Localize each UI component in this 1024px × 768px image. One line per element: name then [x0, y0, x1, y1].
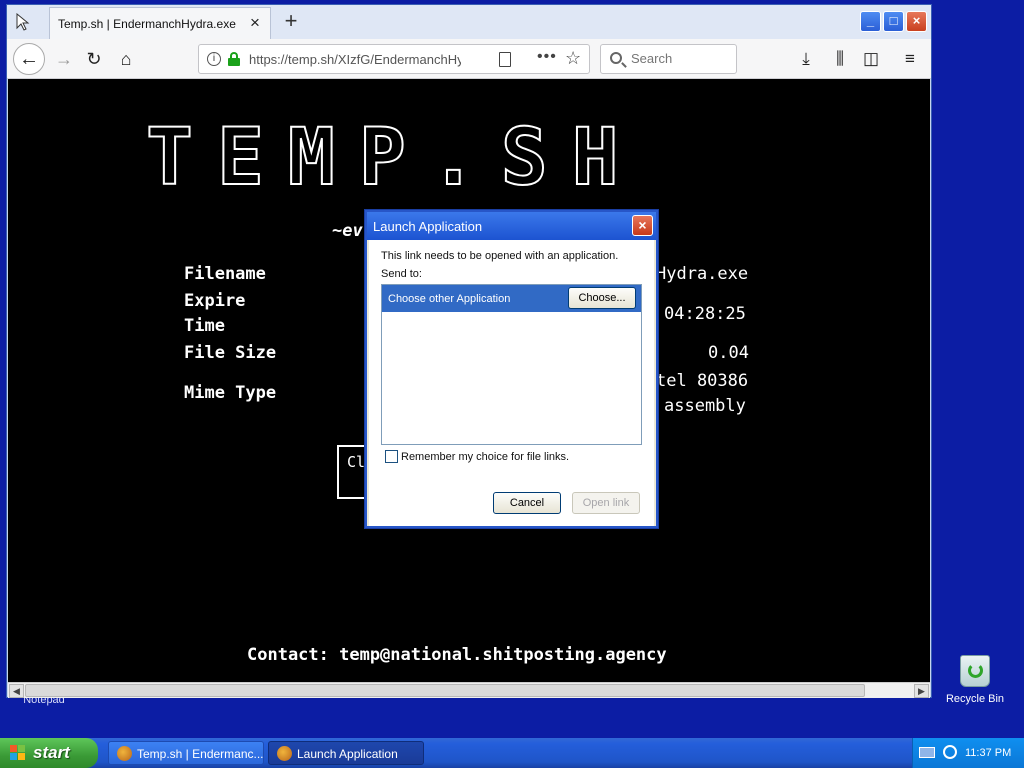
cursor-icon [16, 13, 30, 31]
value-file-size: 0.04 [708, 343, 749, 363]
value-mime-line2: assembly [664, 396, 746, 416]
taskbar-item-label: Temp.sh | Endermanc... [137, 747, 264, 761]
tab-temp-sh[interactable]: Temp.sh | EndermanchHydra.exe × [49, 7, 271, 39]
application-list[interactable]: Choose other Application Choose... [381, 284, 642, 445]
reader-view-icon[interactable] [499, 52, 511, 67]
remember-choice[interactable]: Remember my choice for file links. [385, 450, 569, 463]
send-to-label: Send to: [381, 268, 422, 280]
info-icon[interactable]: i [207, 52, 221, 66]
close-window-button[interactable]: × [906, 11, 927, 32]
tab-close-icon[interactable]: × [246, 14, 264, 32]
remember-label: Remember my choice for file links. [401, 450, 570, 463]
tab-title: Temp.sh | EndermanchHydra.exe [58, 17, 236, 31]
downloads-icon[interactable]: ⤓ [793, 46, 819, 72]
choose-button[interactable]: Choose... [568, 287, 636, 309]
value-expire-time: 04:28:25 [664, 304, 746, 324]
recycle-bin-icon [960, 655, 990, 687]
search-box[interactable] [600, 44, 737, 74]
clock[interactable]: 11:37 PM [965, 747, 1011, 759]
recycle-bin[interactable]: Recycle Bin [940, 655, 1010, 705]
keyboard-icon[interactable] [919, 747, 935, 758]
window-controls: _ □ × [860, 11, 927, 32]
bookmark-star-icon[interactable]: ☆ [565, 48, 581, 69]
new-tab-button[interactable]: + [279, 10, 303, 34]
maximize-button[interactable]: □ [883, 11, 904, 32]
tab-bar: Temp.sh | EndermanchHydra.exe × + _ □ × [7, 5, 931, 39]
list-item-label: Choose other Application [388, 293, 511, 305]
dialog-message: This link needs to be opened with an app… [381, 250, 619, 262]
menu-icon[interactable]: ≡ [897, 46, 923, 72]
tagline: ~ev [332, 221, 363, 241]
taskbar: start Temp.sh | Endermanc... Launch Appl… [0, 738, 1024, 768]
label-file-size: File Size [184, 343, 277, 363]
lock-icon [228, 52, 240, 66]
start-label: start [33, 743, 70, 762]
search-input[interactable] [631, 51, 731, 66]
scroll-thumb[interactable] [25, 684, 865, 697]
system-tray: 11:37 PM [912, 738, 1024, 768]
firefox-icon [117, 746, 132, 761]
taskbar-item-launch-application[interactable]: Launch Application [268, 741, 424, 765]
scroll-right-icon[interactable]: ▶ [914, 684, 929, 698]
library-icon[interactable]: ⫼ [827, 46, 853, 72]
url-text[interactable]: https://temp.sh/XIzfG/EndermanchHy [249, 52, 461, 67]
forward-button[interactable]: → [51, 46, 77, 72]
open-link-button[interactable]: Open link [572, 492, 640, 514]
dialog-titlebar[interactable]: Launch Application × [367, 212, 656, 240]
horizontal-scrollbar[interactable]: ◀ ▶ [8, 682, 930, 698]
value-filename: Hydra.exe [656, 264, 749, 284]
home-button[interactable]: ⌂ [113, 46, 139, 72]
recycle-bin-label: Recycle Bin [945, 693, 1005, 705]
taskbar-item-label: Launch Application [297, 747, 398, 761]
minimize-button[interactable]: _ [860, 11, 881, 32]
search-icon [610, 52, 622, 64]
download-button-label: Cl [347, 453, 366, 471]
label-time: Time [184, 316, 225, 336]
label-expire: Expire [184, 291, 246, 311]
label-mime-type: Mime Type [184, 383, 277, 403]
nav-toolbar: ← → ↻ ⌂ i https://temp.sh/XIzfG/Enderman… [7, 39, 931, 79]
address-bar[interactable]: i https://temp.sh/XIzfG/EndermanchHy •••… [198, 44, 590, 74]
page-actions-icon[interactable]: ••• [537, 48, 557, 66]
label-filename: Filename [184, 264, 266, 284]
start-button[interactable]: start [0, 738, 98, 768]
reload-button[interactable]: ↻ [81, 46, 107, 72]
dialog-close-button[interactable]: × [632, 215, 653, 236]
contact-line: Contact: temp@national.shitposting.agenc… [247, 645, 667, 665]
scroll-left-icon[interactable]: ◀ [9, 684, 24, 698]
firefox-icon [277, 746, 292, 761]
list-item-choose-other[interactable]: Choose other Application Choose... [382, 285, 641, 312]
cancel-button[interactable]: Cancel [493, 492, 561, 514]
network-icon[interactable] [943, 745, 957, 759]
value-mime-line1: tel 80386 [656, 371, 749, 391]
taskbar-item-browser[interactable]: Temp.sh | Endermanc... [108, 741, 264, 765]
launch-application-dialog: Launch Application × This link needs to … [365, 210, 658, 528]
back-button[interactable]: ← [13, 43, 45, 75]
remember-checkbox[interactable] [385, 450, 398, 463]
sidebar-icon[interactable]: ◫ [858, 46, 884, 72]
windows-logo-icon [10, 745, 26, 761]
site-logo: TEMP.SH [145, 113, 643, 203]
dialog-title: Launch Application [373, 219, 483, 234]
